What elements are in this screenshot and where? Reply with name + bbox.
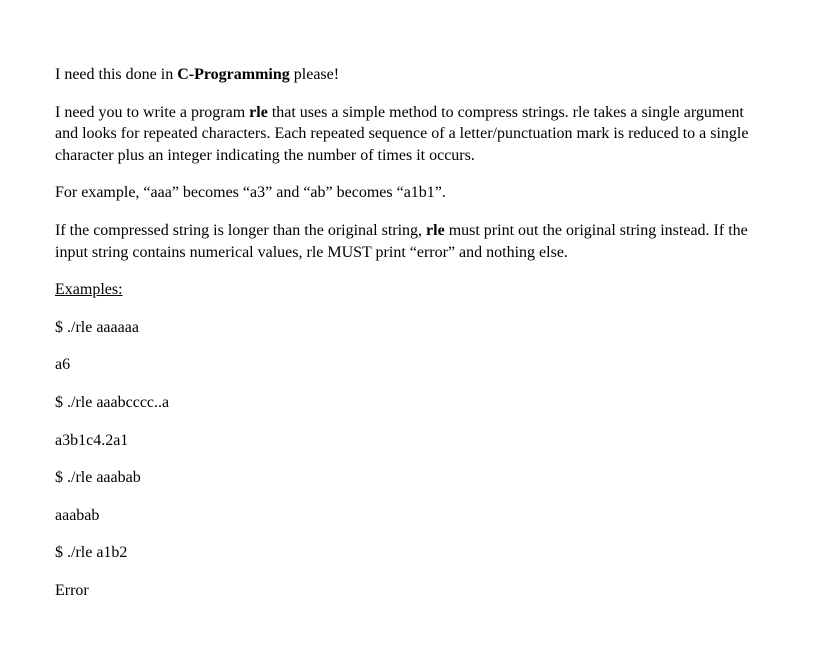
example-2-command: $ ./rle aaabcccc..a (55, 392, 759, 414)
example-1-output: a6 (55, 354, 759, 376)
intro-pre: I need this done in (55, 66, 177, 83)
example-1-command: $ ./rle aaaaaa (55, 317, 759, 339)
examples-heading-text: Examples: (55, 281, 123, 298)
intro-paragraph: I need this done in C-Programming please… (55, 64, 759, 86)
rules-paragraph: If the compressed string is longer than … (55, 220, 759, 263)
intro-bold: C-Programming (177, 66, 290, 83)
examples-heading: Examples: (55, 279, 759, 301)
desc-pre: I need you to write a program (55, 104, 249, 121)
example-2-output: a3b1c4.2a1 (55, 430, 759, 452)
example-4-output: Error (55, 580, 759, 602)
rules-bold: rle (426, 222, 445, 239)
description-paragraph: I need you to write a program rle that u… (55, 102, 759, 167)
rules-pre: If the compressed string is longer than … (55, 222, 426, 239)
example-paragraph: For example, “aaa” becomes “a3” and “ab”… (55, 182, 759, 204)
example-3-output: aaabab (55, 505, 759, 527)
desc-bold: rle (249, 104, 268, 121)
example-3-command: $ ./rle aaabab (55, 467, 759, 489)
example-4-command: $ ./rle a1b2 (55, 542, 759, 564)
intro-post: please! (290, 66, 339, 83)
